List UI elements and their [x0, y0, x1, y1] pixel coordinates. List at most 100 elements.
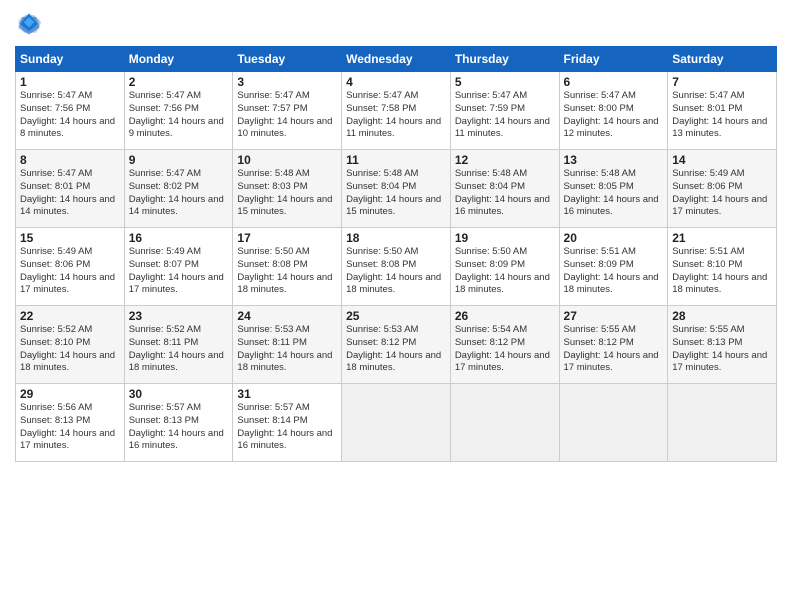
calendar-cell: 10 Sunrise: 5:48 AM Sunset: 8:03 PM Dayl… [233, 150, 342, 228]
calendar-cell: 3 Sunrise: 5:47 AM Sunset: 7:57 PM Dayli… [233, 72, 342, 150]
day-info: Sunrise: 5:51 AM Sunset: 8:10 PM Dayligh… [672, 246, 772, 297]
calendar-cell: 19 Sunrise: 5:50 AM Sunset: 8:09 PM Dayl… [450, 228, 559, 306]
col-thursday: Thursday [450, 47, 559, 72]
col-friday: Friday [559, 47, 668, 72]
day-info: Sunrise: 5:57 AM Sunset: 8:13 PM Dayligh… [129, 402, 229, 453]
calendar-cell: 27 Sunrise: 5:55 AM Sunset: 8:12 PM Dayl… [559, 306, 668, 384]
calendar-cell: 8 Sunrise: 5:47 AM Sunset: 8:01 PM Dayli… [16, 150, 125, 228]
day-number: 12 [455, 153, 555, 167]
day-number: 28 [672, 309, 772, 323]
day-info: Sunrise: 5:49 AM Sunset: 8:06 PM Dayligh… [20, 246, 120, 297]
day-number: 3 [237, 75, 337, 89]
day-number: 16 [129, 231, 229, 245]
day-info: Sunrise: 5:49 AM Sunset: 8:06 PM Dayligh… [672, 168, 772, 219]
day-number: 18 [346, 231, 446, 245]
col-monday: Monday [124, 47, 233, 72]
col-tuesday: Tuesday [233, 47, 342, 72]
day-number: 9 [129, 153, 229, 167]
calendar-cell: 13 Sunrise: 5:48 AM Sunset: 8:05 PM Dayl… [559, 150, 668, 228]
calendar-cell: 2 Sunrise: 5:47 AM Sunset: 7:56 PM Dayli… [124, 72, 233, 150]
calendar-cell: 6 Sunrise: 5:47 AM Sunset: 8:00 PM Dayli… [559, 72, 668, 150]
day-info: Sunrise: 5:50 AM Sunset: 8:08 PM Dayligh… [346, 246, 446, 297]
day-number: 25 [346, 309, 446, 323]
calendar-cell [342, 384, 451, 462]
logo [15, 10, 47, 38]
calendar-cell: 7 Sunrise: 5:47 AM Sunset: 8:01 PM Dayli… [668, 72, 777, 150]
calendar-week-row: 15 Sunrise: 5:49 AM Sunset: 8:06 PM Dayl… [16, 228, 777, 306]
day-info: Sunrise: 5:47 AM Sunset: 8:01 PM Dayligh… [20, 168, 120, 219]
calendar-cell: 24 Sunrise: 5:53 AM Sunset: 8:11 PM Dayl… [233, 306, 342, 384]
day-number: 14 [672, 153, 772, 167]
day-number: 31 [237, 387, 337, 401]
day-info: Sunrise: 5:47 AM Sunset: 7:58 PM Dayligh… [346, 90, 446, 141]
calendar-cell: 26 Sunrise: 5:54 AM Sunset: 8:12 PM Dayl… [450, 306, 559, 384]
day-info: Sunrise: 5:47 AM Sunset: 8:00 PM Dayligh… [564, 90, 664, 141]
day-info: Sunrise: 5:47 AM Sunset: 8:01 PM Dayligh… [672, 90, 772, 141]
calendar-cell: 15 Sunrise: 5:49 AM Sunset: 8:06 PM Dayl… [16, 228, 125, 306]
day-info: Sunrise: 5:48 AM Sunset: 8:04 PM Dayligh… [346, 168, 446, 219]
day-info: Sunrise: 5:51 AM Sunset: 8:09 PM Dayligh… [564, 246, 664, 297]
day-number: 7 [672, 75, 772, 89]
calendar: Sunday Monday Tuesday Wednesday Thursday… [15, 46, 777, 462]
day-number: 22 [20, 309, 120, 323]
calendar-cell: 21 Sunrise: 5:51 AM Sunset: 8:10 PM Dayl… [668, 228, 777, 306]
day-info: Sunrise: 5:55 AM Sunset: 8:13 PM Dayligh… [672, 324, 772, 375]
calendar-cell: 4 Sunrise: 5:47 AM Sunset: 7:58 PM Dayli… [342, 72, 451, 150]
day-info: Sunrise: 5:53 AM Sunset: 8:11 PM Dayligh… [237, 324, 337, 375]
calendar-week-row: 29 Sunrise: 5:56 AM Sunset: 8:13 PM Dayl… [16, 384, 777, 462]
day-info: Sunrise: 5:49 AM Sunset: 8:07 PM Dayligh… [129, 246, 229, 297]
day-number: 13 [564, 153, 664, 167]
day-number: 10 [237, 153, 337, 167]
calendar-cell: 28 Sunrise: 5:55 AM Sunset: 8:13 PM Dayl… [668, 306, 777, 384]
day-number: 23 [129, 309, 229, 323]
calendar-cell: 12 Sunrise: 5:48 AM Sunset: 8:04 PM Dayl… [450, 150, 559, 228]
day-number: 27 [564, 309, 664, 323]
calendar-cell: 18 Sunrise: 5:50 AM Sunset: 8:08 PM Dayl… [342, 228, 451, 306]
day-info: Sunrise: 5:53 AM Sunset: 8:12 PM Dayligh… [346, 324, 446, 375]
day-info: Sunrise: 5:47 AM Sunset: 7:59 PM Dayligh… [455, 90, 555, 141]
calendar-cell: 11 Sunrise: 5:48 AM Sunset: 8:04 PM Dayl… [342, 150, 451, 228]
day-info: Sunrise: 5:48 AM Sunset: 8:03 PM Dayligh… [237, 168, 337, 219]
day-info: Sunrise: 5:50 AM Sunset: 8:09 PM Dayligh… [455, 246, 555, 297]
calendar-cell: 9 Sunrise: 5:47 AM Sunset: 8:02 PM Dayli… [124, 150, 233, 228]
calendar-cell [668, 384, 777, 462]
calendar-cell: 30 Sunrise: 5:57 AM Sunset: 8:13 PM Dayl… [124, 384, 233, 462]
day-info: Sunrise: 5:57 AM Sunset: 8:14 PM Dayligh… [237, 402, 337, 453]
calendar-week-row: 1 Sunrise: 5:47 AM Sunset: 7:56 PM Dayli… [16, 72, 777, 150]
day-number: 20 [564, 231, 664, 245]
day-number: 8 [20, 153, 120, 167]
calendar-cell: 16 Sunrise: 5:49 AM Sunset: 8:07 PM Dayl… [124, 228, 233, 306]
day-number: 6 [564, 75, 664, 89]
day-number: 15 [20, 231, 120, 245]
day-number: 30 [129, 387, 229, 401]
calendar-cell [559, 384, 668, 462]
calendar-header-row: Sunday Monday Tuesday Wednesday Thursday… [16, 47, 777, 72]
page: Sunday Monday Tuesday Wednesday Thursday… [0, 0, 792, 612]
header [15, 10, 777, 38]
calendar-cell: 5 Sunrise: 5:47 AM Sunset: 7:59 PM Dayli… [450, 72, 559, 150]
day-info: Sunrise: 5:47 AM Sunset: 7:56 PM Dayligh… [129, 90, 229, 141]
col-wednesday: Wednesday [342, 47, 451, 72]
calendar-cell: 20 Sunrise: 5:51 AM Sunset: 8:09 PM Dayl… [559, 228, 668, 306]
day-info: Sunrise: 5:54 AM Sunset: 8:12 PM Dayligh… [455, 324, 555, 375]
day-number: 5 [455, 75, 555, 89]
day-info: Sunrise: 5:52 AM Sunset: 8:11 PM Dayligh… [129, 324, 229, 375]
day-number: 19 [455, 231, 555, 245]
day-number: 2 [129, 75, 229, 89]
day-info: Sunrise: 5:48 AM Sunset: 8:04 PM Dayligh… [455, 168, 555, 219]
day-number: 21 [672, 231, 772, 245]
day-info: Sunrise: 5:47 AM Sunset: 8:02 PM Dayligh… [129, 168, 229, 219]
calendar-cell: 17 Sunrise: 5:50 AM Sunset: 8:08 PM Dayl… [233, 228, 342, 306]
day-number: 1 [20, 75, 120, 89]
calendar-week-row: 8 Sunrise: 5:47 AM Sunset: 8:01 PM Dayli… [16, 150, 777, 228]
col-sunday: Sunday [16, 47, 125, 72]
calendar-cell [450, 384, 559, 462]
day-number: 11 [346, 153, 446, 167]
day-info: Sunrise: 5:47 AM Sunset: 7:57 PM Dayligh… [237, 90, 337, 141]
calendar-cell: 29 Sunrise: 5:56 AM Sunset: 8:13 PM Dayl… [16, 384, 125, 462]
day-info: Sunrise: 5:56 AM Sunset: 8:13 PM Dayligh… [20, 402, 120, 453]
calendar-cell: 1 Sunrise: 5:47 AM Sunset: 7:56 PM Dayli… [16, 72, 125, 150]
day-info: Sunrise: 5:55 AM Sunset: 8:12 PM Dayligh… [564, 324, 664, 375]
calendar-cell: 31 Sunrise: 5:57 AM Sunset: 8:14 PM Dayl… [233, 384, 342, 462]
day-number: 17 [237, 231, 337, 245]
